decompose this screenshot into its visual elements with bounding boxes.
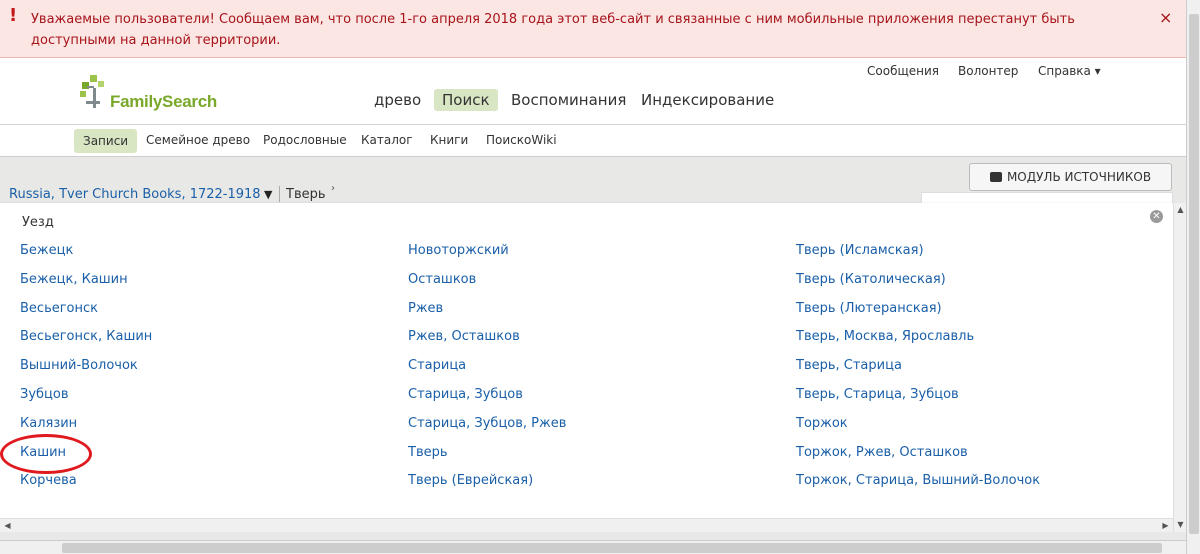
district-link[interactable]: Тверь (Еврейская) <box>408 471 566 500</box>
help-menu[interactable]: Справка ▾ <box>1038 64 1101 78</box>
district-link[interactable]: Новоторжский <box>408 241 566 270</box>
window-vertical-scrollbar[interactable] <box>1186 0 1200 554</box>
district-link[interactable]: Корчева <box>20 471 152 500</box>
subnav-records[interactable]: Записи <box>74 129 138 153</box>
district-link[interactable]: Бежецк <box>20 241 152 270</box>
district-link[interactable]: Тверь, Старица <box>796 356 1040 385</box>
district-link[interactable]: Тверь, Старица, Зубцов <box>796 385 1040 414</box>
district-link[interactable]: Тверь, Москва, Ярославль <box>796 327 1040 356</box>
district-link[interactable]: Старица, Зубцов <box>408 385 566 414</box>
familysearch-logo[interactable]: FamilySearch <box>80 75 217 115</box>
district-dropdown-panel: Уезд ✕ Бежецк Бежецк, Кашин Весьегонск В… <box>0 203 1173 519</box>
volunteer-link[interactable]: Волонтер <box>958 64 1018 78</box>
breadcrumb-current: Тверь <box>286 187 326 202</box>
panel-vertical-scrollbar[interactable]: ▲ ▼ <box>1173 203 1187 532</box>
district-link[interactable]: Весьегонск, Кашин <box>20 327 152 356</box>
nav-tree[interactable]: древо <box>366 89 429 111</box>
district-link[interactable]: Торжок <box>796 414 1040 443</box>
subnav-catalog[interactable]: Каталог <box>361 133 413 147</box>
source-box-button[interactable]: МОДУЛЬ ИСТОЧНИКОВ <box>969 163 1172 191</box>
district-link[interactable]: Кашин <box>20 443 152 472</box>
district-link[interactable]: Торжок, Ржев, Осташков <box>796 443 1040 472</box>
district-link[interactable]: Тверь (Лютеранская) <box>796 299 1040 328</box>
tree-logo-icon <box>80 75 104 108</box>
district-column: Тверь (Исламская) Тверь (Католическая) Т… <box>796 241 1040 500</box>
nav-search[interactable]: Поиск <box>434 89 498 111</box>
district-link[interactable]: Ржев, Осташков <box>408 327 566 356</box>
district-link[interactable]: Тверь (Католическая) <box>796 270 1040 299</box>
site-header: FamilySearch Сообщения Волонтер Справка … <box>0 58 1186 125</box>
panel-horizontal-scrollbar[interactable]: ◀ ▶ <box>0 518 1173 532</box>
scroll-thumb[interactable] <box>1189 14 1199 534</box>
scroll-thumb[interactable] <box>62 543 1162 553</box>
district-link[interactable]: Вышний-Волочок <box>20 356 152 385</box>
district-link[interactable]: Бежецк, Кашин <box>20 270 152 299</box>
district-link[interactable]: Осташков <box>408 270 566 299</box>
district-column: Бежецк Бежецк, Кашин Весьегонск Весьегон… <box>20 241 152 500</box>
nav-indexing[interactable]: Индексирование <box>633 89 782 111</box>
subnav-wiki[interactable]: ПоискоWiki <box>486 133 557 147</box>
close-icon[interactable]: × <box>1159 8 1172 27</box>
dropdown-arrow-icon[interactable]: ▼ <box>264 188 272 201</box>
source-box-label: МОДУЛЬ ИСТОЧНИКОВ <box>1006 170 1152 184</box>
district-column: Новоторжский Осташков Ржев Ржев, Осташко… <box>408 241 566 500</box>
panel-title: Уезд <box>22 215 54 230</box>
breadcrumb-collection[interactable]: Russia, Tver Church Books, 1722-1918 <box>9 187 261 202</box>
subnav-books[interactable]: Книги <box>430 133 468 147</box>
district-link[interactable]: Весьегонск <box>20 299 152 328</box>
subnav-family-tree[interactable]: Семейное древо <box>146 133 250 147</box>
district-link[interactable]: Ржев <box>408 299 566 328</box>
alert-icon: ! <box>9 5 18 26</box>
breadcrumb-divider <box>279 186 280 202</box>
alert-banner: ! Уважаемые пользователи! Сообщаем вам, … <box>0 0 1186 58</box>
district-link[interactable]: Зубцов <box>20 385 152 414</box>
district-link[interactable]: Торжок, Старица, Вышний-Волочок <box>796 471 1040 500</box>
district-link[interactable]: Старица, Зубцов, Ржев <box>408 414 566 443</box>
subnav-genealogies[interactable]: Родословные <box>263 133 347 147</box>
messages-link[interactable]: Сообщения <box>867 64 939 78</box>
district-link[interactable]: Калязин <box>20 414 152 443</box>
alert-text: Уважаемые пользователи! Сообщаем вам, чт… <box>31 12 1075 48</box>
chevron-right-icon: › <box>331 183 335 194</box>
scroll-left-arrow-icon[interactable]: ◀ <box>1 519 14 533</box>
district-link[interactable]: Старица <box>408 356 566 385</box>
window-horizontal-scrollbar[interactable] <box>0 540 1186 554</box>
briefcase-icon <box>989 172 1002 182</box>
close-icon[interactable]: ✕ <box>1150 210 1163 223</box>
district-link[interactable]: Тверь (Исламская) <box>796 241 1040 270</box>
scroll-right-arrow-icon[interactable]: ▶ <box>1159 519 1172 533</box>
district-link[interactable]: Тверь <box>408 443 566 472</box>
search-subnav: Записи Семейное древо Родословные Катало… <box>0 125 1186 157</box>
logo-text: FamilySearch <box>110 92 217 111</box>
nav-memories[interactable]: Воспоминания <box>503 89 634 111</box>
